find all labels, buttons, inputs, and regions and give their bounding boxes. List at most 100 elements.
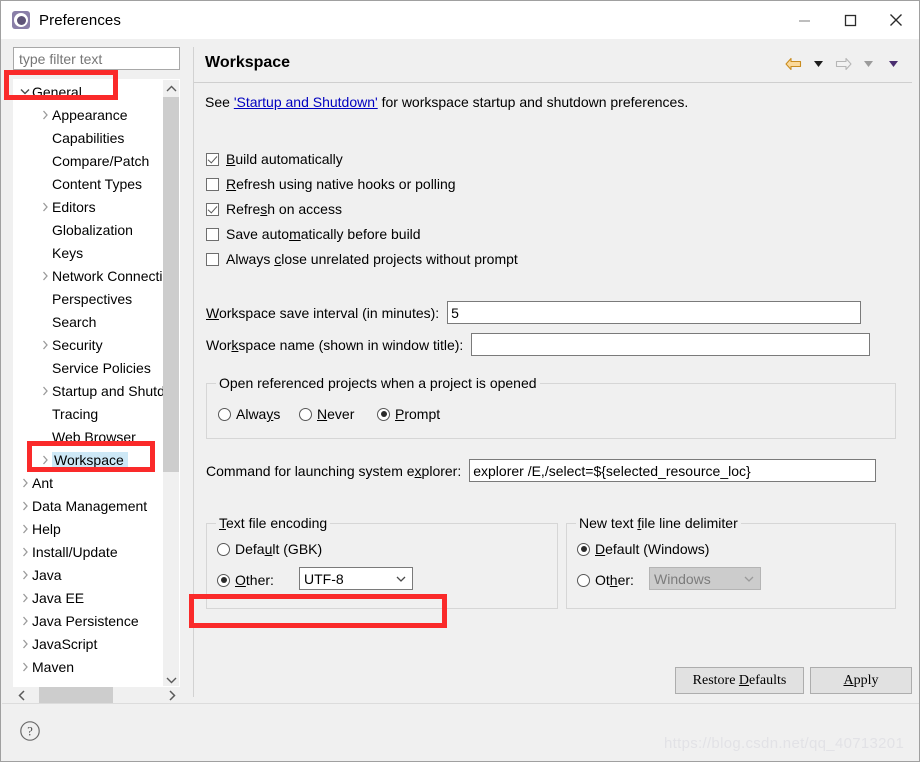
apply-button[interactable]: Apply [810, 667, 912, 694]
radio-indicator[interactable] [377, 407, 390, 421]
chevron-right-icon[interactable] [18, 570, 32, 580]
sidebar-item-general[interactable]: General [14, 80, 166, 103]
group-legend: Open referenced projects when a project … [216, 375, 540, 391]
chevron-right-icon[interactable] [38, 455, 52, 465]
radio-always[interactable]: Always [218, 406, 280, 422]
radio-encoding-default[interactable]: Default (GBK) [217, 541, 322, 557]
sidebar-item-java-ee[interactable]: Java EE [14, 586, 166, 609]
encoding-combo-value: UTF-8 [304, 570, 344, 587]
chevron-right-icon[interactable] [18, 501, 32, 511]
radio-indicator[interactable] [577, 542, 590, 556]
sidebar-item-capabilities[interactable]: Capabilities [14, 126, 166, 149]
field-workspace-save-interval: Workspace save interval (in minutes): 5 [206, 301, 862, 324]
sidebar-item-javascript[interactable]: JavaScript [14, 632, 166, 655]
intro-suffix: for workspace startup and shutdown prefe… [377, 94, 689, 110]
chevron-right-icon[interactable] [18, 593, 32, 603]
sidebar-item-workspace[interactable]: Workspace [14, 448, 166, 471]
restore-defaults-button[interactable]: Restore Defaults [675, 667, 804, 694]
checkbox-save-before-build[interactable]: Save automatically before build [206, 226, 421, 242]
radio-indicator[interactable] [217, 542, 230, 556]
window-controls [781, 1, 919, 39]
radio-indicator[interactable] [299, 407, 312, 421]
chevron-down-icon[interactable] [18, 88, 32, 95]
chevron-right-icon[interactable] [38, 340, 52, 350]
checkbox-refresh-native-hooks[interactable]: Refresh using native hooks or polling [206, 176, 456, 192]
tree-hscroll-thumb[interactable] [39, 687, 113, 704]
sidebar-item-content-types[interactable]: Content Types [14, 172, 166, 195]
sidebar-item-service-policies[interactable]: Service Policies [14, 356, 166, 379]
sidebar-item-security[interactable]: Security [14, 333, 166, 356]
checkbox-indicator[interactable] [206, 252, 219, 266]
radio-delimiter-default[interactable]: Default (Windows) [577, 541, 709, 557]
checkbox-build-automatically[interactable]: Build automatically [206, 151, 343, 167]
preferences-tree[interactable]: General Appearance Capabilities Compare/Pat… [13, 79, 180, 687]
workspace-name-input[interactable] [471, 333, 871, 356]
chevron-right-icon[interactable] [38, 202, 52, 212]
sidebar-item-globalization[interactable]: Globalization [14, 218, 166, 241]
maximize-button[interactable] [827, 1, 873, 39]
radio-indicator[interactable] [217, 573, 230, 587]
radio-indicator[interactable] [218, 407, 231, 421]
chevron-down-icon [744, 575, 754, 582]
sidebar-item-tracing[interactable]: Tracing [14, 402, 166, 425]
sidebar-item-help[interactable]: Help [14, 517, 166, 540]
scroll-right-icon[interactable] [163, 687, 180, 704]
tree-horizontal-scrollbar[interactable] [13, 687, 180, 704]
sidebar-item-startup-and-shutdown[interactable]: Startup and Shutdown [14, 379, 166, 402]
chevron-right-icon[interactable] [18, 547, 32, 557]
sidebar-item-label: Data Management [32, 497, 148, 514]
sidebar-item-maven[interactable]: Maven [14, 655, 166, 678]
checkbox-indicator[interactable] [206, 202, 219, 216]
minimize-button[interactable] [781, 1, 827, 39]
radio-never[interactable]: Never [299, 406, 354, 422]
chevron-right-icon[interactable] [38, 386, 52, 396]
sidebar-item-editors[interactable]: Editors [14, 195, 166, 218]
chevron-right-icon[interactable] [18, 639, 32, 649]
sidebar-item-java-persistence[interactable]: Java Persistence [14, 609, 166, 632]
radio-label: Always [236, 406, 281, 422]
back-menu-chevron-down-icon[interactable] [808, 53, 829, 74]
tree-vertical-scrollbar[interactable] [163, 80, 179, 686]
scroll-left-icon[interactable] [13, 687, 30, 704]
radio-prompt[interactable]: Prompt [377, 406, 440, 422]
scroll-down-icon[interactable] [163, 671, 179, 686]
chevron-right-icon[interactable] [38, 110, 52, 120]
chevron-right-icon[interactable] [18, 524, 32, 534]
view-menu-triangle-icon[interactable] [883, 53, 904, 74]
radio-indicator[interactable] [577, 573, 590, 587]
sidebar-item-compare-patch[interactable]: Compare/Patch [14, 149, 166, 172]
checkbox-refresh-on-access[interactable]: Refresh on access [206, 201, 342, 217]
sidebar-item-network-connections[interactable]: Network Connections [14, 264, 166, 287]
sidebar-item-keys[interactable]: Keys [14, 241, 166, 264]
startup-shutdown-link[interactable]: 'Startup and Shutdown' [234, 94, 378, 110]
back-arrow-icon[interactable] [783, 53, 804, 74]
help-question-icon[interactable]: ? [19, 720, 41, 742]
svg-text:?: ? [27, 725, 33, 739]
encoding-combo[interactable]: UTF-8 [299, 567, 413, 590]
sidebar-item-install-update[interactable]: Install/Update [14, 540, 166, 563]
checkbox-always-close-unrelated[interactable]: Always close unrelated projects without … [206, 251, 518, 267]
title-bar: Preferences [1, 1, 919, 39]
sidebar-item-appearance[interactable]: Appearance [14, 103, 166, 126]
checkbox-indicator[interactable] [206, 177, 219, 191]
checkbox-indicator[interactable] [206, 227, 219, 241]
chevron-right-icon[interactable] [18, 662, 32, 672]
chevron-right-icon[interactable] [18, 616, 32, 626]
workspace-save-interval-input[interactable]: 5 [447, 301, 862, 324]
explorer-command-input[interactable]: explorer /E,/select=${selected_resource_… [469, 459, 877, 482]
sidebar-item-web-browser[interactable]: Web Browser [14, 425, 166, 448]
scroll-up-icon[interactable] [163, 80, 179, 97]
sidebar-item-search[interactable]: Search [14, 310, 166, 333]
filter-input[interactable]: type filter text [13, 47, 180, 70]
sidebar-item-ant[interactable]: Ant [14, 471, 166, 494]
chevron-right-icon[interactable] [18, 478, 32, 488]
radio-delimiter-other[interactable]: Other: [577, 572, 634, 588]
radio-encoding-other[interactable]: Other: [217, 572, 274, 588]
checkbox-indicator[interactable] [206, 152, 219, 166]
sidebar-item-java[interactable]: Java [14, 563, 166, 586]
sidebar-item-data-management[interactable]: Data Management [14, 494, 166, 517]
close-button[interactable] [873, 1, 919, 39]
sidebar-item-perspectives[interactable]: Perspectives [14, 287, 166, 310]
tree-scroll-thumb[interactable] [163, 97, 179, 472]
chevron-right-icon[interactable] [38, 271, 52, 281]
